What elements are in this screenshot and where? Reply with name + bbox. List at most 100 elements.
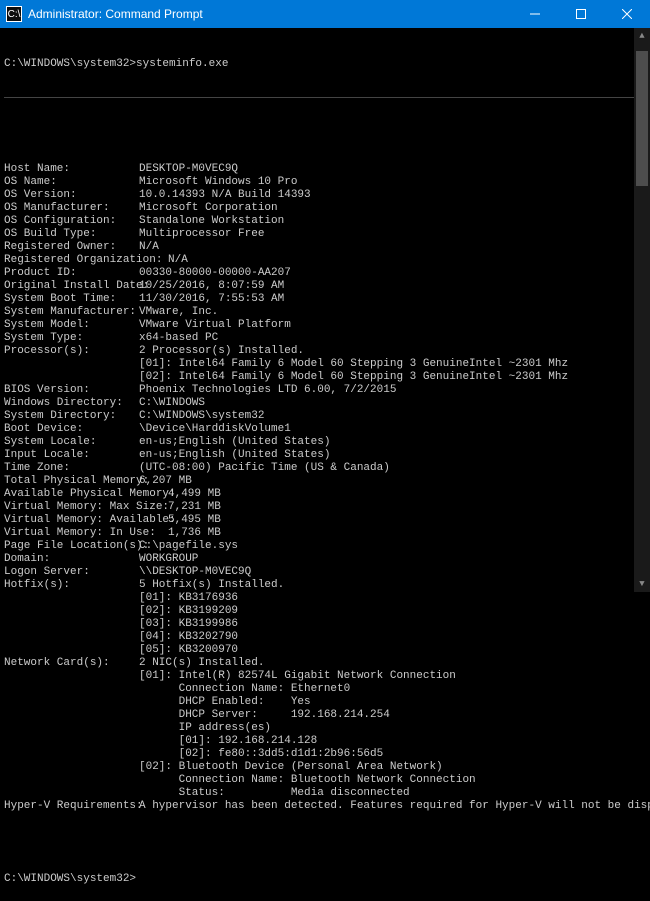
output-key [4,774,139,787]
output-key: Virtual Memory: Available: [4,514,168,527]
output-row: IP address(es) [4,722,644,735]
output-value: N/A [168,254,188,267]
titlebar[interactable]: C:\ Administrator: Command Prompt [0,0,650,28]
output-row: Boot Device:\Device\HarddiskVolume1 [4,423,644,436]
output-value: x64-based PC [139,332,218,345]
output-value: VMware Virtual Platform [139,319,291,332]
output-value: Multiprocessor Free [139,228,264,241]
output-row: Virtual Memory: In Use:1,736 MB [4,527,644,540]
output-value: \\DESKTOP-M0VEC9Q [139,566,251,579]
output-value: C:\WINDOWS [139,397,205,410]
output-key [4,605,139,618]
output-key: Hotfix(s): [4,579,139,592]
output-value: 5,495 MB [168,514,221,527]
output-value: 7,231 MB [168,501,221,514]
output-key: Time Zone: [4,462,139,475]
output-row: Product ID:00330-80000-00000-AA207 [4,267,644,280]
output-value: C:\pagefile.sys [139,540,238,553]
output-row: Hotfix(s):5 Hotfix(s) Installed. [4,579,644,592]
output-key: System Manufacturer: [4,306,139,319]
output-row: [01]: Intel(R) 82574L Gigabit Network Co… [4,670,644,683]
output-key: Logon Server: [4,566,139,579]
minimize-button[interactable] [512,0,558,28]
scroll-down-button[interactable]: ▼ [634,576,650,592]
output-row: [05]: KB3200970 [4,644,644,657]
output-key: Total Physical Memory: [4,475,139,488]
output-value: [01]: KB3176936 [139,592,238,605]
scroll-up-button[interactable]: ▲ [634,28,650,44]
output-value: DHCP Enabled: Yes [139,696,311,709]
output-key: System Locale: [4,436,139,449]
output-value: IP address(es) [139,722,271,735]
output-row: Host Name:DESKTOP-M0VEC9Q [4,163,644,176]
output-row: OS Name:Microsoft Windows 10 Pro [4,176,644,189]
scroll-thumb[interactable] [636,51,648,186]
output-key: OS Manufacturer: [4,202,139,215]
output-value: [04]: KB3202790 [139,631,238,644]
output-key [4,722,139,735]
output-key: Processor(s): [4,345,139,358]
output-value: 00330-80000-00000-AA207 [139,267,291,280]
output-row: OS Manufacturer:Microsoft Corporation [4,202,644,215]
output-value: [03]: KB3199986 [139,618,238,631]
output-row: Logon Server:\\DESKTOP-M0VEC9Q [4,566,644,579]
output-row: [02]: Bluetooth Device (Personal Area Ne… [4,761,644,774]
output-value: en-us;English (United States) [139,436,330,449]
output-value: Phoenix Technologies LTD 6.00, 7/2/2015 [139,384,396,397]
output-key: Hyper-V Requirements: [4,800,139,813]
output-key [4,670,139,683]
output-row: Virtual Memory: Max Size:7,231 MB [4,501,644,514]
output-row: [01]: KB3176936 [4,592,644,605]
prompt-line: C:\WINDOWS\system32> [4,873,644,886]
output-row: DHCP Enabled: Yes [4,696,644,709]
output-value: [01]: 192.168.214.128 [139,735,317,748]
output-value: 2 NIC(s) Installed. [139,657,264,670]
maximize-button[interactable] [558,0,604,28]
output-row: Time Zone:(UTC-08:00) Pacific Time (US &… [4,462,644,475]
output-row: Registered Owner:N/A [4,241,644,254]
scrollbar[interactable]: ▲ ▼ [634,28,650,592]
output-key: OS Name: [4,176,139,189]
output-row: Domain:WORKGROUP [4,553,644,566]
output-key [4,618,139,631]
output-key [4,631,139,644]
output-key [4,787,139,800]
output-key: System Directory: [4,410,139,423]
output-key [4,371,139,384]
output-value: C:\WINDOWS\system32 [139,410,264,423]
output-key: System Model: [4,319,139,332]
output-value: A hypervisor has been detected. Features… [139,800,650,813]
output-row: Available Physical Memory:4,499 MB [4,488,644,501]
output-value: VMware, Inc. [139,306,218,319]
output-value: (UTC-08:00) Pacific Time (US & Canada) [139,462,390,475]
divider [4,97,644,98]
output-row: System Model:VMware Virtual Platform [4,319,644,332]
output-key: Network Card(s): [4,657,139,670]
output-value: WORKGROUP [139,553,198,566]
output-row: OS Configuration:Standalone Workstation [4,215,644,228]
output-value: Standalone Workstation [139,215,284,228]
output-row: System Boot Time:11/30/2016, 7:55:53 AM [4,293,644,306]
output-row: [04]: KB3202790 [4,631,644,644]
output-key: Original Install Date: [4,280,139,293]
output-key: OS Configuration: [4,215,139,228]
output-row: System Manufacturer:VMware, Inc. [4,306,644,319]
output-row: Status: Media disconnected [4,787,644,800]
output-value: [02]: KB3199209 [139,605,238,618]
output-row: System Locale:en-us;English (United Stat… [4,436,644,449]
output-value: 4,499 MB [168,488,221,501]
output-row: [03]: KB3199986 [4,618,644,631]
output-value: 10.0.14393 N/A Build 14393 [139,189,311,202]
output-key: Input Locale: [4,449,139,462]
output-row: [01]: 192.168.214.128 [4,735,644,748]
output-row: Total Physical Memory:6,207 MB [4,475,644,488]
output-value: 5 Hotfix(s) Installed. [139,579,284,592]
output-key: Boot Device: [4,423,139,436]
output-row: [01]: Intel64 Family 6 Model 60 Stepping… [4,358,644,371]
output-key: Host Name: [4,163,139,176]
prompt-line: C:\WINDOWS\system32>systeminfo.exe [4,58,644,71]
close-button[interactable] [604,0,650,28]
output-key: OS Build Type: [4,228,139,241]
output-key: System Boot Time: [4,293,139,306]
terminal-output[interactable]: C:\WINDOWS\system32>systeminfo.exe Host … [0,28,650,901]
